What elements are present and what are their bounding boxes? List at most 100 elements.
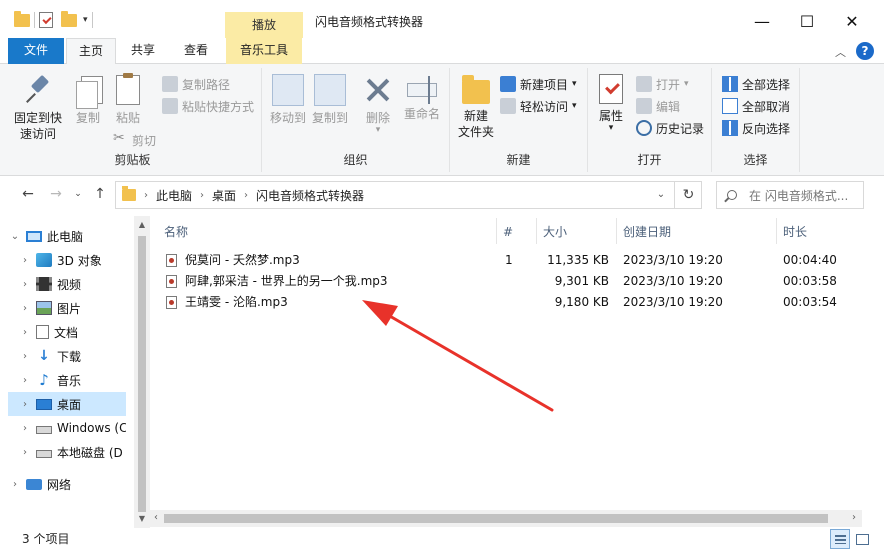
delete-button[interactable]: 删除 ▾ xyxy=(360,74,396,135)
nav-item-local-disk[interactable]: › 本地磁盘 (D xyxy=(8,440,126,464)
invert-selection-button[interactable]: 反向选择 xyxy=(722,118,790,138)
expanded-chevron-icon[interactable]: ⌄ xyxy=(8,231,22,242)
nav-item-windows-drive[interactable]: › Windows (C xyxy=(8,416,126,440)
nav-item-pictures[interactable]: › 图片 xyxy=(8,296,126,320)
chevron-right-icon[interactable]: › xyxy=(18,375,32,386)
breadcrumb-separator-icon[interactable]: › xyxy=(144,190,148,201)
new-folder-label-line1: 新建 xyxy=(463,109,488,123)
address-bar[interactable]: › 此电脑 › 桌面 › 闪电音频格式转换器 ⌄ ↻ xyxy=(115,181,702,209)
chevron-right-icon[interactable]: › xyxy=(8,479,22,490)
properties-quick-icon[interactable] xyxy=(39,12,53,28)
column-divider[interactable] xyxy=(776,218,777,244)
scroll-left-arrow-icon[interactable]: ‹ xyxy=(148,512,164,523)
select-none-button[interactable]: 全部取消 xyxy=(722,96,790,116)
maximize-button[interactable]: ☐ xyxy=(785,4,829,38)
tab-music-tools[interactable]: 音乐工具 xyxy=(226,38,302,64)
new-folder-button[interactable]: 新建 文件夹 xyxy=(454,74,498,140)
column-header-created[interactable]: 创建日期 xyxy=(623,222,671,242)
breadcrumb-separator-icon[interactable]: › xyxy=(244,190,248,201)
tab-file[interactable]: 文件 xyxy=(8,38,64,64)
details-view-button[interactable] xyxy=(830,529,850,549)
large-icons-view-button[interactable] xyxy=(852,529,872,549)
nav-item-this-pc[interactable]: ⌄ 此电脑 xyxy=(8,224,126,248)
pin-icon xyxy=(22,74,54,106)
copy-to-button[interactable]: 复制到 xyxy=(310,74,350,126)
recent-locations-chevron-icon[interactable]: ⌄ xyxy=(68,184,88,204)
chevron-right-icon[interactable]: › xyxy=(18,303,32,314)
new-item-button[interactable]: 新建项目 ▾ xyxy=(500,74,577,94)
copy-path-button[interactable]: 复制路径 xyxy=(162,74,230,94)
new-folder-quick-icon[interactable] xyxy=(61,10,77,27)
chevron-right-icon[interactable]: › xyxy=(18,279,32,290)
rename-button[interactable]: 重命名 xyxy=(400,74,444,122)
address-dropdown-chevron-icon[interactable]: ⌄ xyxy=(650,182,672,208)
windows-drive-icon xyxy=(36,426,52,434)
cut-button[interactable]: 剪切 xyxy=(112,130,156,150)
nav-item-music[interactable]: › ♪ 音乐 xyxy=(8,368,126,392)
file-row[interactable]: 王靖雯 - 沦陷.mp3 9,180 KB 2023/3/10 19:20 00… xyxy=(160,292,860,313)
easy-access-button[interactable]: 轻松访问 ▾ xyxy=(500,96,577,116)
open-button[interactable]: 打开 ▾ xyxy=(636,74,689,94)
forward-arrow-icon[interactable]: → xyxy=(46,184,66,204)
nav-item-3d-objects[interactable]: › 3D 对象 xyxy=(8,248,126,272)
chevron-right-icon[interactable]: › xyxy=(18,399,32,410)
column-header-size[interactable]: 大小 xyxy=(543,222,567,242)
status-bar: 3 个项目 xyxy=(0,528,884,558)
properties-button[interactable]: 属性 ▾ xyxy=(592,74,630,133)
copy-label: 复制 xyxy=(75,111,100,125)
chevron-right-icon[interactable]: › xyxy=(18,423,32,434)
help-icon[interactable]: ? xyxy=(856,42,874,60)
file-name: 阿肆,郭采洁 - 世界上的另一个我.mp3 xyxy=(185,274,388,288)
paste-shortcut-button[interactable]: 粘贴快捷方式 xyxy=(162,96,254,116)
nav-item-network[interactable]: › 网络 xyxy=(8,472,126,496)
chevron-right-icon[interactable]: › xyxy=(18,351,32,362)
file-row[interactable]: 倪莫问 - 夭然梦.mp3 1 11,335 KB 2023/3/10 19:2… xyxy=(160,250,860,271)
search-input[interactable]: 在 闪电音频格式... xyxy=(716,181,864,209)
paste-button[interactable]: 粘贴 xyxy=(110,73,146,126)
tab-view[interactable]: 查看 xyxy=(170,38,222,64)
column-divider[interactable] xyxy=(536,218,537,244)
select-all-button[interactable]: 全部选择 xyxy=(722,74,790,94)
column-divider[interactable] xyxy=(496,218,497,244)
collapse-ribbon-chevron-icon[interactable]: ︿ xyxy=(835,44,846,60)
chevron-right-icon[interactable]: › xyxy=(18,327,32,338)
customize-toolbar-chevron-icon[interactable]: ▾ xyxy=(83,15,88,25)
breadcrumb-current-folder[interactable]: 闪电音频格式转换器 xyxy=(256,187,364,204)
horizontal-scroll-thumb[interactable] xyxy=(164,514,828,523)
breadcrumb-this-pc[interactable]: 此电脑 xyxy=(156,187,192,204)
column-header-duration[interactable]: 时长 xyxy=(783,222,807,242)
refresh-icon[interactable]: ↻ xyxy=(674,182,702,208)
chevron-right-icon[interactable]: › xyxy=(18,255,32,266)
select-all-icon xyxy=(722,76,738,92)
column-header-name[interactable]: 名称 xyxy=(164,222,188,242)
move-to-button[interactable]: 移动到 xyxy=(268,74,308,126)
nav-item-downloads[interactable]: › ↓ 下载 xyxy=(8,344,126,368)
pin-quick-access-button[interactable]: 固定到快 速访问 xyxy=(10,74,66,142)
column-divider[interactable] xyxy=(616,218,617,244)
minimize-button[interactable]: — xyxy=(740,4,784,38)
up-arrow-icon[interactable]: ↑ xyxy=(90,184,110,204)
scroll-right-arrow-icon[interactable]: › xyxy=(846,512,862,523)
chevron-down-icon: ▾ xyxy=(572,79,577,89)
easy-access-label: 轻松访问 xyxy=(520,99,569,114)
back-arrow-icon[interactable]: ← xyxy=(18,184,38,204)
cut-label: 剪切 xyxy=(132,133,157,148)
history-button[interactable]: 历史记录 xyxy=(636,118,704,138)
video-icon xyxy=(36,277,52,291)
column-header-track[interactable]: # xyxy=(503,222,513,242)
file-row[interactable]: 阿肆,郭采洁 - 世界上的另一个我.mp3 9,301 KB 2023/3/10… xyxy=(160,271,860,292)
chevron-right-icon[interactable]: › xyxy=(18,447,32,458)
nav-item-desktop[interactable]: › 桌面 xyxy=(8,392,126,416)
close-button[interactable]: ✕ xyxy=(830,4,874,38)
nav-item-videos[interactable]: › 视频 xyxy=(8,272,126,296)
edit-button[interactable]: 编辑 xyxy=(636,96,680,116)
tab-home[interactable]: 主页 xyxy=(66,38,116,65)
tab-share[interactable]: 共享 xyxy=(118,38,168,64)
nav-item-documents[interactable]: › 文档 xyxy=(8,320,126,344)
copy-button[interactable]: 复制 xyxy=(70,74,106,126)
new-folder-label-line2: 文件夹 xyxy=(457,125,494,139)
nav-pane-scroll-thumb[interactable] xyxy=(138,236,146,512)
breadcrumb-desktop[interactable]: 桌面 xyxy=(212,187,236,204)
breadcrumb-separator-icon[interactable]: › xyxy=(200,190,204,201)
file-duration: 00:03:58 xyxy=(783,274,837,288)
